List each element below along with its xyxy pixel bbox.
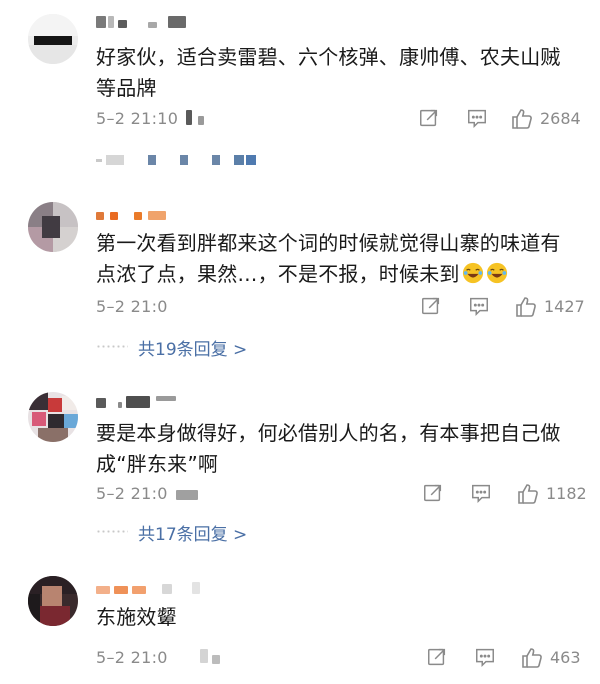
comment-text: 要是本身做得好，何必借别人的名，有本事把自己做成“胖东来”啊	[96, 421, 561, 476]
reply-button[interactable]	[466, 107, 488, 131]
comment-text: 好家伙，适合卖雷碧、六个核弹、康帅傅、农夫山贼等品牌	[96, 45, 561, 100]
like-icon	[516, 297, 536, 317]
view-replies-link[interactable]: 共19条回复 >	[96, 335, 296, 360]
avatar[interactable]	[28, 392, 78, 442]
blurred-location	[212, 655, 220, 664]
comment-item: 第一次看到胖都来这个词的时候就觉得山寨的味道有点浓了点，果然…，不是不报，时候未…	[0, 190, 600, 370]
comment-item: 要是本身做得好，何必借别人的名，有本事把自己做成“胖东来”啊 5–2 21:0	[0, 380, 600, 560]
username[interactable]	[96, 396, 186, 410]
like-icon	[512, 109, 532, 129]
comment-icon	[470, 297, 488, 317]
laughing-crying-emoji	[462, 262, 483, 284]
username[interactable]	[96, 16, 206, 30]
reply-dots	[96, 530, 128, 533]
share-button[interactable]	[420, 295, 442, 319]
comment-time: 5–2 21:0	[96, 484, 168, 503]
avatar[interactable]	[28, 202, 78, 252]
blurred-location	[176, 490, 198, 500]
comment-text: 东施效颦	[96, 605, 177, 629]
comment-time: 5–2 21:0	[96, 297, 168, 316]
share-icon	[422, 297, 440, 315]
comment-item: 东施效颦 5–2 21:0 463	[0, 570, 600, 684]
like-button[interactable]: 1182	[516, 482, 596, 506]
like-button[interactable]: 463	[520, 646, 600, 670]
like-button[interactable]: 2684	[510, 107, 590, 131]
replies-label: 共17条回复 >	[138, 525, 248, 545]
username[interactable]	[96, 208, 186, 222]
avatar[interactable]	[28, 14, 78, 64]
reply-button[interactable]	[468, 295, 490, 319]
comment-time: 5–2 21:0	[96, 648, 168, 667]
share-icon	[424, 484, 442, 502]
like-count: 2684	[540, 109, 581, 128]
comment-item: 好家伙，适合卖雷碧、六个核弹、康帅傅、农夫山贼等品牌 5–2 21:10 268…	[0, 0, 600, 190]
like-icon	[518, 484, 538, 504]
laughing-crying-emoji	[486, 262, 507, 284]
avatar[interactable]	[28, 576, 78, 626]
share-icon	[428, 648, 446, 666]
reply-button[interactable]	[474, 646, 496, 670]
like-button[interactable]: 1427	[514, 295, 594, 319]
blurred-location	[198, 116, 204, 125]
username[interactable]	[96, 582, 216, 596]
like-count: 1427	[544, 297, 585, 316]
blurred-location	[200, 649, 208, 663]
comment-meta: 5–2 21:10 2684	[96, 107, 596, 131]
like-count: 463	[550, 648, 581, 667]
reply-button[interactable]	[470, 482, 492, 506]
blurred-location	[186, 110, 192, 125]
comment-icon	[472, 484, 490, 504]
share-button[interactable]	[418, 107, 440, 131]
comment-text: 第一次看到胖都来这个词的时候就觉得山寨的味道有点浓了点，果然…，不是不报，时候未…	[96, 228, 576, 290]
reply-dots	[96, 345, 128, 348]
share-icon	[420, 109, 438, 127]
share-button[interactable]	[426, 646, 448, 670]
comment-time: 5–2 21:10	[96, 109, 179, 128]
like-icon	[522, 648, 542, 668]
like-count: 1182	[546, 484, 587, 503]
comment-meta: 5–2 21:0	[96, 482, 596, 506]
replies-label: 共19条回复 >	[138, 340, 248, 360]
comment-feed: 好家伙，适合卖雷碧、六个核弹、康帅傅、农夫山贼等品牌 5–2 21:10 268…	[0, 0, 600, 684]
comment-icon	[468, 109, 486, 129]
view-replies-link[interactable]: 共17条回复 >	[96, 520, 296, 545]
comment-icon	[476, 648, 494, 668]
comment-meta: 5–2 21:0 1427	[96, 295, 596, 319]
share-button[interactable]	[422, 482, 444, 506]
comment-meta: 5–2 21:0	[96, 646, 596, 670]
